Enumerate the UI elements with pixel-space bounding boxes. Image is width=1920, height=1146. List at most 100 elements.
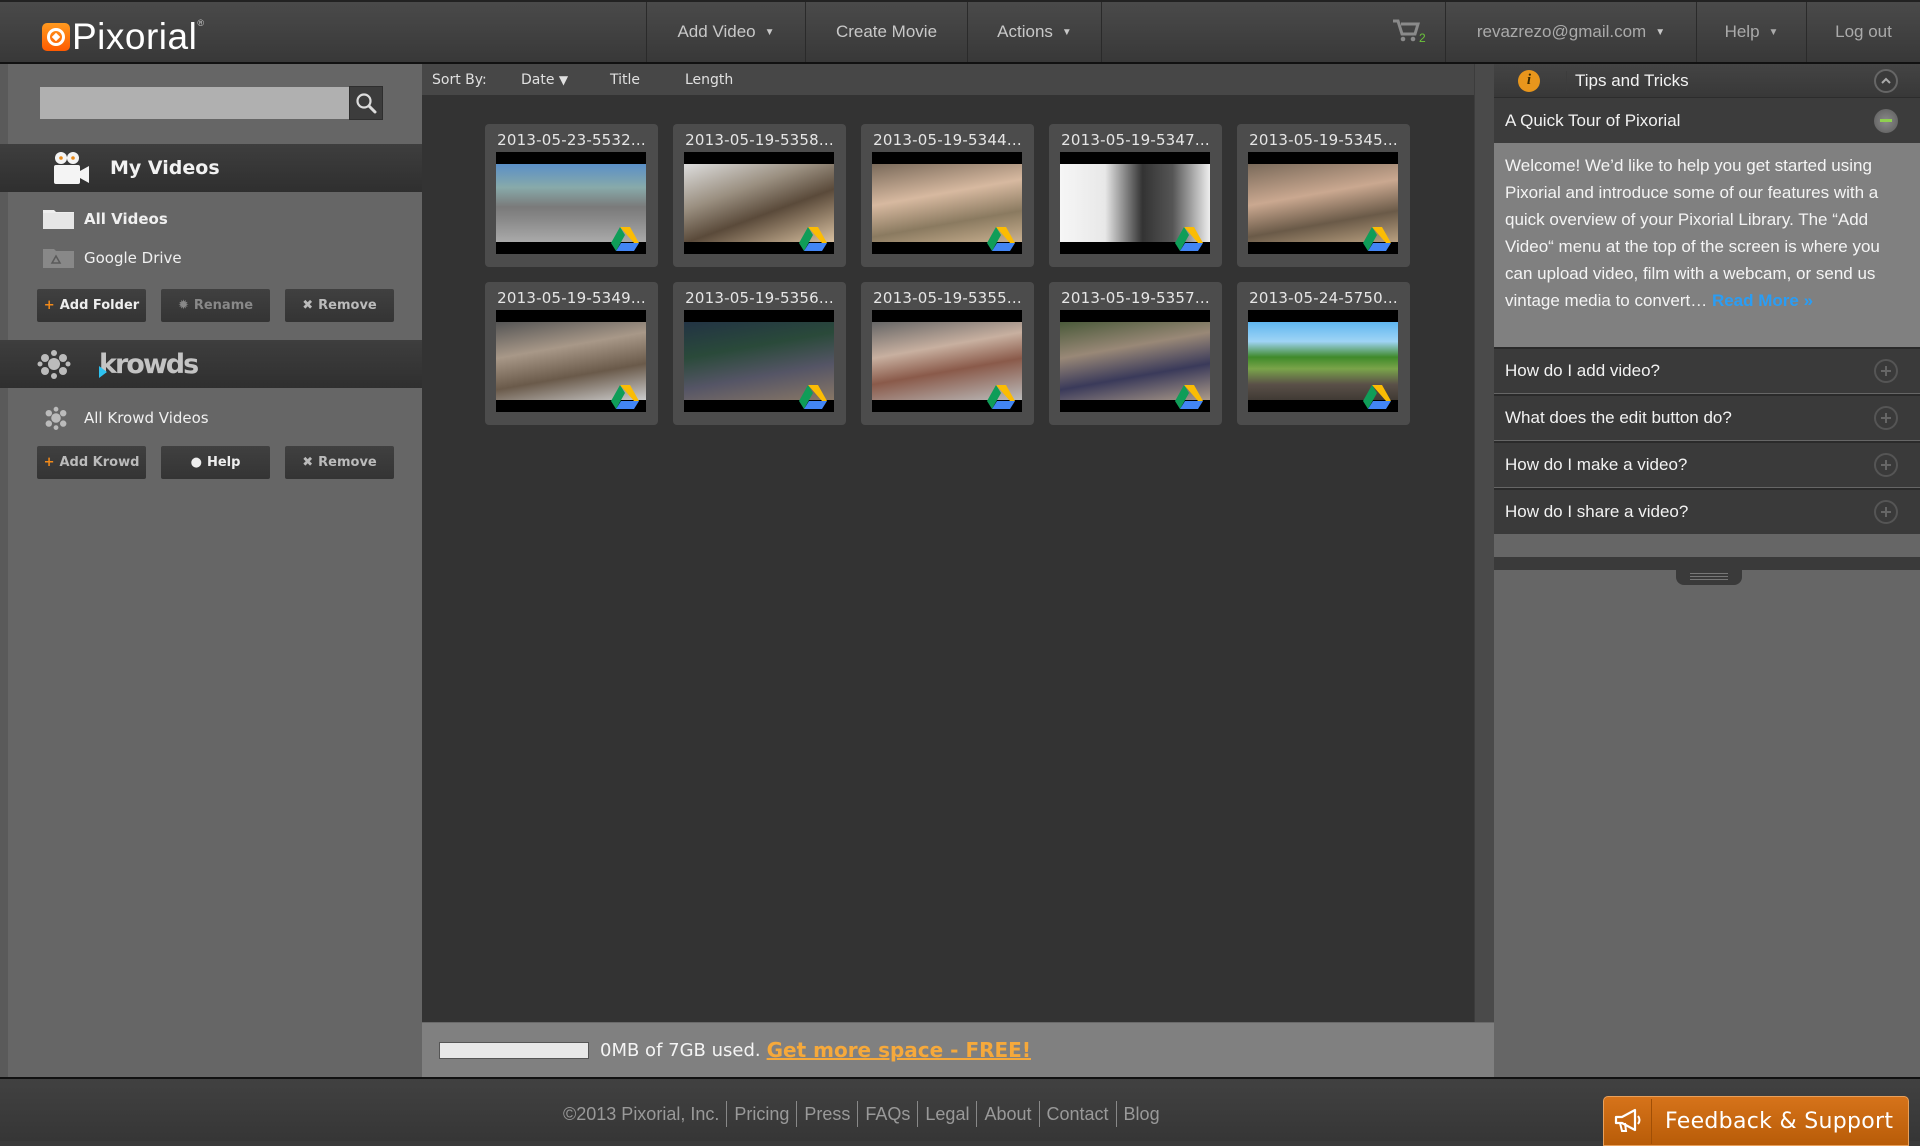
remove-krowd-button[interactable]: ✖ Remove — [285, 446, 394, 479]
caret-down-icon: ▼ — [764, 26, 775, 38]
video-thumbnail[interactable] — [872, 310, 1022, 412]
google-drive-icon — [1363, 227, 1391, 251]
krowd-help-button[interactable]: ● Help — [161, 446, 270, 479]
folder-google-drive[interactable]: Google Drive — [42, 247, 182, 269]
google-drive-folder-icon — [43, 249, 74, 268]
video-thumbnail[interactable] — [1248, 152, 1398, 254]
remove-folder-button[interactable]: ✖ Remove — [285, 289, 394, 322]
video-tile[interactable]: 2013-05-19-5344... — [861, 124, 1034, 267]
faq-item[interactable]: What does the edit button do? — [1494, 394, 1920, 440]
main-scrollbar[interactable] — [1474, 64, 1494, 1022]
logout-link[interactable]: Log out — [1806, 2, 1920, 62]
my-videos-header[interactable]: My Videos — [0, 144, 438, 192]
video-thumbnail[interactable] — [1060, 152, 1210, 254]
get-more-space-link[interactable]: Get more space - FREE! — [767, 1038, 1031, 1062]
search-input[interactable] — [40, 87, 349, 119]
faq-question: How do I share a video? — [1505, 502, 1689, 521]
footer-link-faqs[interactable]: FAQs — [857, 1101, 917, 1127]
collapse-tour-button[interactable] — [1874, 108, 1898, 133]
sort-label: Sort By: — [432, 71, 487, 88]
video-tile[interactable]: 2013-05-19-5358... — [673, 124, 846, 267]
footer-link-legal[interactable]: Legal — [917, 1101, 976, 1127]
faq-item[interactable]: How do I add video? — [1494, 347, 1920, 393]
folder-label: All Videos — [84, 210, 168, 228]
rename-button[interactable]: ✹ Rename — [161, 289, 270, 322]
plus-icon — [1881, 413, 1891, 423]
google-drive-icon — [987, 227, 1015, 251]
collapse-tips-button[interactable] — [1874, 68, 1898, 93]
video-title: 2013-05-19-5344... — [873, 131, 1022, 149]
feedback-support-button[interactable]: Feedback & Support — [1603, 1096, 1909, 1146]
pixorial-logo[interactable]: Pixorial ® — [42, 16, 204, 58]
info-icon: ● — [190, 455, 202, 470]
google-drive-icon — [987, 385, 1015, 409]
help-menu[interactable]: Help ▼ — [1696, 2, 1806, 62]
user-menu[interactable]: revazrezo@gmail.com ▼ — [1445, 2, 1696, 62]
nav-create-movie[interactable]: Create Movie — [805, 2, 967, 62]
video-thumbnail[interactable] — [684, 310, 834, 412]
nav-actions[interactable]: Actions ▼ — [967, 2, 1102, 62]
video-library: Sort By: Date ▼ Title Length 2013-05-23-… — [422, 64, 1474, 1022]
footer-links: ©2013 Pixorial, Inc. Pricing Press FAQs Leg… — [563, 1101, 1167, 1127]
search-icon — [356, 93, 377, 114]
krowds-title: krowds — [99, 348, 199, 380]
sort-date-label: Date — [521, 71, 555, 88]
sort-length[interactable]: Length — [685, 72, 733, 88]
faq-question: How do I make a video? — [1505, 455, 1688, 474]
cart-button[interactable]: 2 — [1375, 2, 1445, 62]
video-thumbnail[interactable] — [1248, 310, 1398, 412]
video-thumbnail[interactable] — [1060, 310, 1210, 412]
video-thumbnail[interactable] — [496, 310, 646, 412]
nav-add-video[interactable]: Add Video ▼ — [646, 2, 805, 62]
video-camera-icon — [54, 152, 89, 184]
google-drive-icon — [1363, 385, 1391, 409]
video-tile[interactable]: 2013-05-19-5349... — [485, 282, 658, 425]
all-krowd-videos[interactable]: All Krowd Videos — [42, 406, 209, 430]
krowds-logo: krowds — [99, 348, 199, 380]
search-button[interactable] — [349, 86, 383, 120]
video-tile[interactable]: 2013-05-24-5750... — [1237, 282, 1410, 425]
gear-icon: ✹ — [177, 298, 189, 313]
tips-header[interactable]: i Tips and Tricks — [1494, 64, 1920, 97]
tour-accordion-header[interactable]: A Quick Tour of Pixorial — [1494, 97, 1920, 143]
expand-faq-button[interactable] — [1874, 453, 1898, 477]
video-thumbnail[interactable] — [684, 152, 834, 254]
footer-link-pricing[interactable]: Pricing — [726, 1101, 796, 1127]
remove-krowd-label: Remove — [318, 455, 377, 470]
add-folder-button[interactable]: + Add Folder — [37, 289, 146, 322]
video-tile[interactable]: 2013-05-19-5355... — [861, 282, 1034, 425]
logout-label: Log out — [1835, 22, 1892, 41]
video-tile[interactable]: 2013-05-19-5345... — [1237, 124, 1410, 267]
feedback-label: Feedback & Support — [1665, 1108, 1894, 1134]
krowd-actions: + Add Krowd ● Help ✖ Remove — [37, 446, 394, 479]
google-drive-icon — [1175, 385, 1203, 409]
faq-item[interactable]: How do I share a video? — [1494, 488, 1920, 534]
video-tile[interactable]: 2013-05-23-5532... — [485, 124, 658, 267]
video-thumbnail[interactable] — [872, 152, 1022, 254]
krowds-header[interactable]: krowds — [0, 340, 438, 388]
sort-bar: Sort By: Date ▼ Title Length — [422, 64, 1474, 95]
google-drive-icon — [1175, 227, 1203, 251]
expand-faq-button[interactable] — [1874, 359, 1898, 383]
footer-link-press[interactable]: Press — [796, 1101, 857, 1127]
expand-faq-button[interactable] — [1874, 406, 1898, 430]
plus-icon: + — [43, 298, 55, 313]
video-tile[interactable]: 2013-05-19-5357... — [1049, 282, 1222, 425]
video-tile[interactable]: 2013-05-19-5347... — [1049, 124, 1222, 267]
footer-link-about[interactable]: About — [976, 1101, 1038, 1127]
info-icon: i — [1518, 69, 1540, 92]
expand-faq-button[interactable] — [1874, 500, 1898, 524]
footer-link-blog[interactable]: Blog — [1115, 1101, 1167, 1127]
sort-date[interactable]: Date ▼ — [521, 72, 610, 88]
copyright: ©2013 Pixorial, Inc. — [563, 1104, 720, 1124]
video-tile[interactable]: 2013-05-19-5356... — [673, 282, 846, 425]
panel-resize-handle[interactable] — [1676, 567, 1742, 585]
krowd-icon — [37, 350, 71, 379]
faq-item[interactable]: How do I make a video? — [1494, 441, 1920, 487]
read-more-link[interactable]: Read More » — [1712, 291, 1813, 310]
footer-link-contact[interactable]: Contact — [1038, 1101, 1116, 1127]
folder-all-videos[interactable]: All Videos — [42, 208, 168, 230]
add-krowd-button[interactable]: + Add Krowd — [37, 446, 146, 479]
video-thumbnail[interactable] — [496, 152, 646, 254]
sort-title[interactable]: Title — [610, 72, 685, 88]
